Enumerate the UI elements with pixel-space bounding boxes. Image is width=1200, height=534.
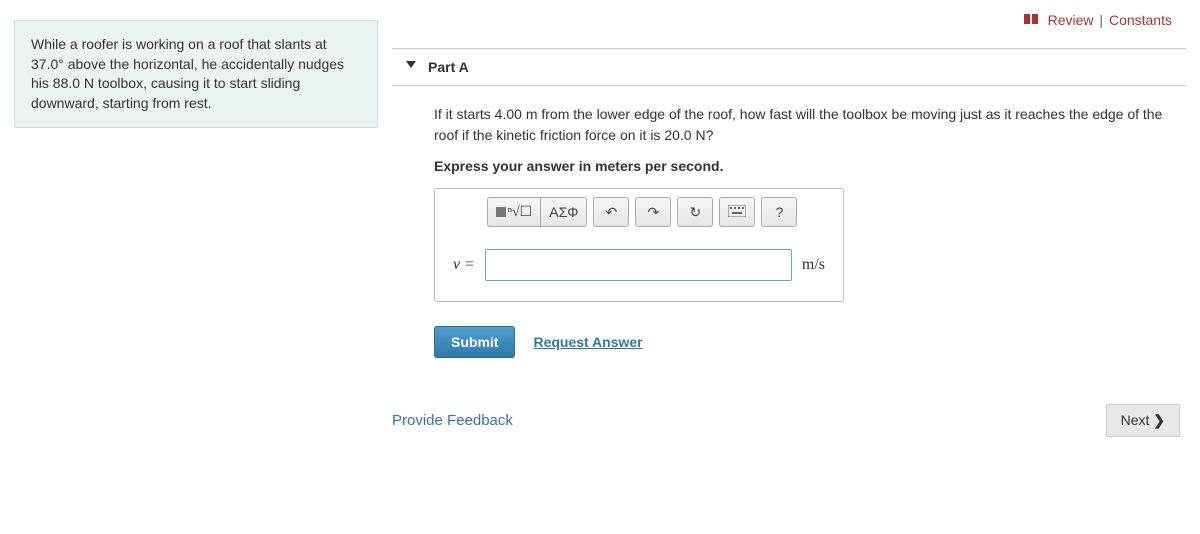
next-button[interactable]: Next ❯	[1106, 404, 1180, 437]
part-label: Part A	[428, 59, 469, 75]
instruction-text: Express your answer in meters per second…	[392, 146, 1186, 174]
main-area: Part A If it starts 4.00 m from the lowe…	[392, 48, 1186, 358]
submit-row: Submit Request Answer	[434, 326, 1186, 358]
submit-button[interactable]: Submit	[434, 326, 515, 358]
request-answer-link[interactable]: Request Answer	[533, 334, 642, 350]
chevron-right-icon: ❯	[1153, 412, 1165, 428]
undo-button[interactable]: ↶	[593, 197, 629, 227]
next-label: Next	[1121, 412, 1150, 428]
top-links: Review | Constants	[1024, 12, 1172, 29]
problem-text: While a roofer is working on a roof that…	[31, 36, 344, 111]
template-button[interactable]: ⁿ√☐	[487, 197, 542, 227]
caret-down-icon	[406, 61, 416, 68]
help-button[interactable]: ?	[761, 197, 797, 227]
answer-panel: ⁿ√☐ ΑΣΦ ↶ ↷ ↻ ? v = m/s	[434, 188, 844, 302]
keyboard-button[interactable]	[719, 197, 755, 227]
unit-label: m/s	[802, 256, 825, 274]
flag-icon	[1024, 13, 1038, 29]
keyboard-icon	[728, 204, 746, 220]
answer-input[interactable]	[485, 249, 792, 281]
separator: |	[1099, 12, 1103, 28]
variable-label: v =	[453, 256, 475, 274]
reset-button[interactable]: ↻	[677, 197, 713, 227]
question-text: If it starts 4.00 m from the lower edge …	[392, 86, 1186, 146]
greek-button[interactable]: ΑΣΦ	[540, 197, 587, 227]
review-link[interactable]: Review	[1048, 12, 1094, 28]
part-header[interactable]: Part A	[392, 48, 1186, 86]
template-icon	[496, 207, 506, 217]
equation-toolbar: ⁿ√☐ ΑΣΦ ↶ ↷ ↻ ?	[447, 197, 831, 227]
problem-statement: While a roofer is working on a roof that…	[14, 20, 378, 128]
redo-button[interactable]: ↷	[635, 197, 671, 227]
answer-row: v = m/s	[447, 249, 831, 281]
constants-link[interactable]: Constants	[1109, 12, 1172, 28]
root-icon: ⁿ√☐	[508, 204, 533, 221]
provide-feedback-link[interactable]: Provide Feedback	[392, 412, 513, 429]
